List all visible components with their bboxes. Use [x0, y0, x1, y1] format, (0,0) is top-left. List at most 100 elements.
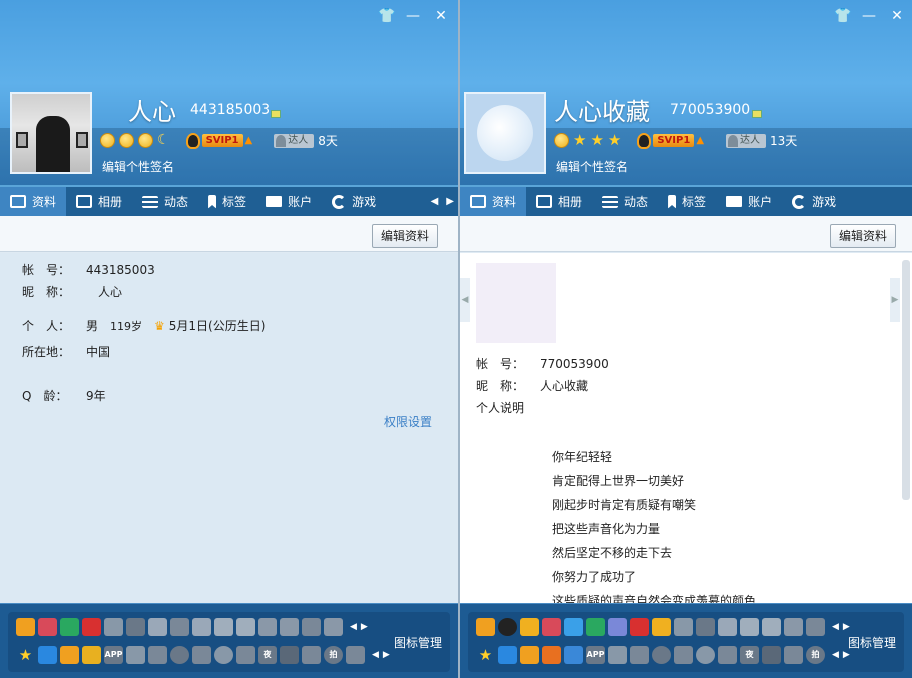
penguin-badge-icon[interactable]: [16, 618, 35, 636]
heart-badge-icon[interactable]: [302, 618, 321, 636]
shield-icon[interactable]: [38, 646, 57, 664]
penguin-icon[interactable]: [280, 646, 299, 664]
star-level-icon[interactable]: ★: [573, 133, 586, 148]
green-diamond-icon[interactable]: [586, 618, 605, 636]
avatar[interactable]: [10, 92, 92, 174]
shield-t-icon[interactable]: [302, 646, 321, 664]
video-icon[interactable]: [236, 646, 255, 664]
star-badge-icon[interactable]: [258, 618, 277, 636]
diamond-icon[interactable]: [214, 618, 233, 636]
heart-diamond-icon[interactable]: [542, 618, 561, 636]
avatar[interactable]: [464, 92, 546, 174]
cube-icon[interactable]: [346, 646, 365, 664]
photo-placeholder[interactable]: [476, 263, 556, 343]
icon-manager-link[interactable]: 图标管理: [848, 634, 896, 651]
qq-card-icon[interactable]: [752, 110, 762, 118]
swirl-icon[interactable]: [170, 646, 189, 664]
signature-link[interactable]: 编辑个性签名: [556, 158, 628, 175]
gray-heart-icon[interactable]: [674, 618, 693, 636]
scrollbar[interactable]: [902, 260, 910, 500]
shield-t-icon[interactable]: [784, 646, 803, 664]
robot-icon[interactable]: [170, 618, 189, 636]
badge-nav-arrows[interactable]: ◀▶: [372, 650, 394, 660]
edit-profile-button[interactable]: 编辑资料: [371, 224, 438, 248]
ball-icon[interactable]: [696, 646, 715, 664]
app-icon[interactable]: APP: [586, 646, 605, 664]
diamond-icon[interactable]: [236, 618, 255, 636]
badge-nav-arrows[interactable]: ◀▶: [832, 622, 854, 632]
tab-account[interactable]: 账户: [256, 187, 322, 216]
tab-feed[interactable]: 动态: [592, 187, 658, 216]
diamond-icon[interactable]: [762, 618, 781, 636]
heart-badge-icon[interactable]: [280, 618, 299, 636]
close-button[interactable]: ✕: [434, 8, 448, 24]
diamond-icon[interactable]: [718, 618, 737, 636]
camera-icon[interactable]: [608, 646, 627, 664]
clapper-icon[interactable]: [192, 646, 211, 664]
camera-icon[interactable]: [126, 646, 145, 664]
tab-feed[interactable]: 动态: [132, 187, 198, 216]
minimize-button[interactable]: —: [406, 8, 420, 24]
swirl-icon[interactable]: [652, 646, 671, 664]
permission-settings-link[interactable]: 权限设置: [384, 413, 432, 430]
star-level-icon[interactable]: ★: [608, 133, 621, 148]
red-diamond-icon[interactable]: [630, 618, 649, 636]
penguin-icon[interactable]: [762, 646, 781, 664]
tab-album[interactable]: 相册: [526, 187, 592, 216]
tab-account[interactable]: 账户: [716, 187, 782, 216]
video-icon[interactable]: [718, 646, 737, 664]
green-diamond-icon[interactable]: [60, 618, 79, 636]
arrow-left-icon[interactable]: ◀: [431, 196, 439, 207]
diamond-icon[interactable]: [740, 618, 759, 636]
phone-icon[interactable]: [564, 646, 583, 664]
night-icon[interactable]: 夜: [258, 646, 277, 664]
moon-level-icon[interactable]: ☾: [157, 133, 170, 148]
signature-link[interactable]: 编辑个性签名: [102, 158, 174, 175]
clapper-icon[interactable]: [674, 646, 693, 664]
vip-badge[interactable]: SVIP1 ▲: [185, 132, 252, 149]
tab-tags[interactable]: 标签: [198, 187, 256, 216]
pet-icon[interactable]: [82, 646, 101, 664]
qq-card-icon[interactable]: [271, 110, 281, 118]
gray-diamond-icon[interactable]: [126, 618, 145, 636]
star-icon[interactable]: ★: [476, 646, 495, 664]
heart-badge-icon[interactable]: [784, 618, 803, 636]
skin-icon[interactable]: 👕: [834, 8, 851, 24]
vip-badge[interactable]: SVIP1 ▲: [637, 132, 704, 149]
gold-heart-icon[interactable]: [520, 618, 539, 636]
sun-level-icon[interactable]: [100, 133, 115, 148]
star-level-icon[interactable]: ★: [590, 133, 603, 148]
tab-games[interactable]: 游戏: [322, 187, 386, 216]
heart-diamond-icon[interactable]: [38, 618, 57, 636]
gold-diamond-icon[interactable]: [652, 618, 671, 636]
lock-badge-icon[interactable]: [60, 646, 79, 664]
sun-level-icon[interactable]: [554, 133, 569, 148]
close-button[interactable]: ✕: [890, 8, 904, 24]
diamond-icon[interactable]: [148, 618, 167, 636]
red-diamond-icon[interactable]: [82, 618, 101, 636]
tab-profile[interactable]: 资料: [460, 187, 527, 216]
ball-icon[interactable]: [214, 646, 233, 664]
eye-icon[interactable]: [148, 646, 167, 664]
badge-nav-arrows[interactable]: ◀▶: [350, 622, 372, 632]
gray-heart-icon[interactable]: [104, 618, 123, 636]
heart-badge-icon[interactable]: [806, 618, 825, 636]
pai-icon[interactable]: 拍: [324, 646, 343, 664]
prev-page-arrow[interactable]: ◀: [460, 278, 470, 322]
shield-icon[interactable]: [498, 646, 517, 664]
tab-tags[interactable]: 标签: [658, 187, 716, 216]
diamond-icon[interactable]: [192, 618, 211, 636]
minimize-button[interactable]: —: [862, 8, 876, 24]
tab-album[interactable]: 相册: [66, 187, 132, 216]
night-icon[interactable]: 夜: [740, 646, 759, 664]
pet-icon[interactable]: [542, 646, 561, 664]
penguin-face-icon[interactable]: [498, 618, 517, 636]
eye-icon[interactable]: [630, 646, 649, 664]
tab-games[interactable]: 游戏: [782, 187, 846, 216]
skin-icon[interactable]: 👕: [378, 8, 395, 24]
tab-profile[interactable]: 资料: [0, 187, 67, 216]
star-icon[interactable]: ★: [16, 646, 35, 664]
gray-diamond-icon[interactable]: [696, 618, 715, 636]
next-page-arrow[interactable]: ▶: [890, 278, 900, 322]
gift-badge-icon[interactable]: [324, 618, 343, 636]
